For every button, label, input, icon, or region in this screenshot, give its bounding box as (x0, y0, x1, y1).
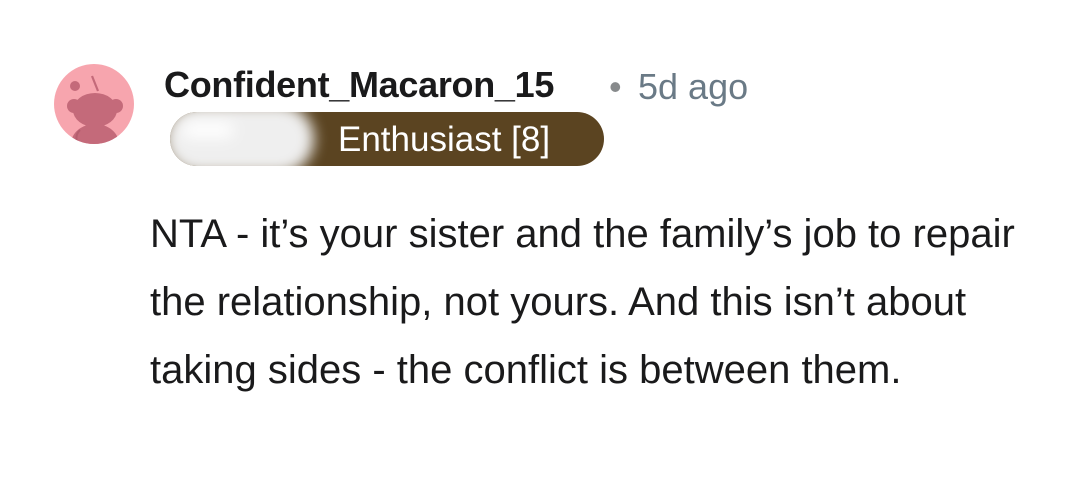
user-flair: Enthusiast [8] (170, 112, 604, 166)
meta-separator: • (609, 66, 622, 107)
flair-redacted-emoji (170, 112, 314, 166)
reddit-snoo-icon (67, 75, 123, 144)
author-username[interactable]: Confident_Macaron_15 (164, 64, 554, 106)
comment-timestamp: 5d ago (638, 66, 749, 107)
user-avatar[interactable] (54, 64, 134, 144)
flair-text: Enthusiast [8] (338, 120, 551, 159)
comment-body: NTA - it’s your sister and the family’s … (150, 212, 1015, 392)
